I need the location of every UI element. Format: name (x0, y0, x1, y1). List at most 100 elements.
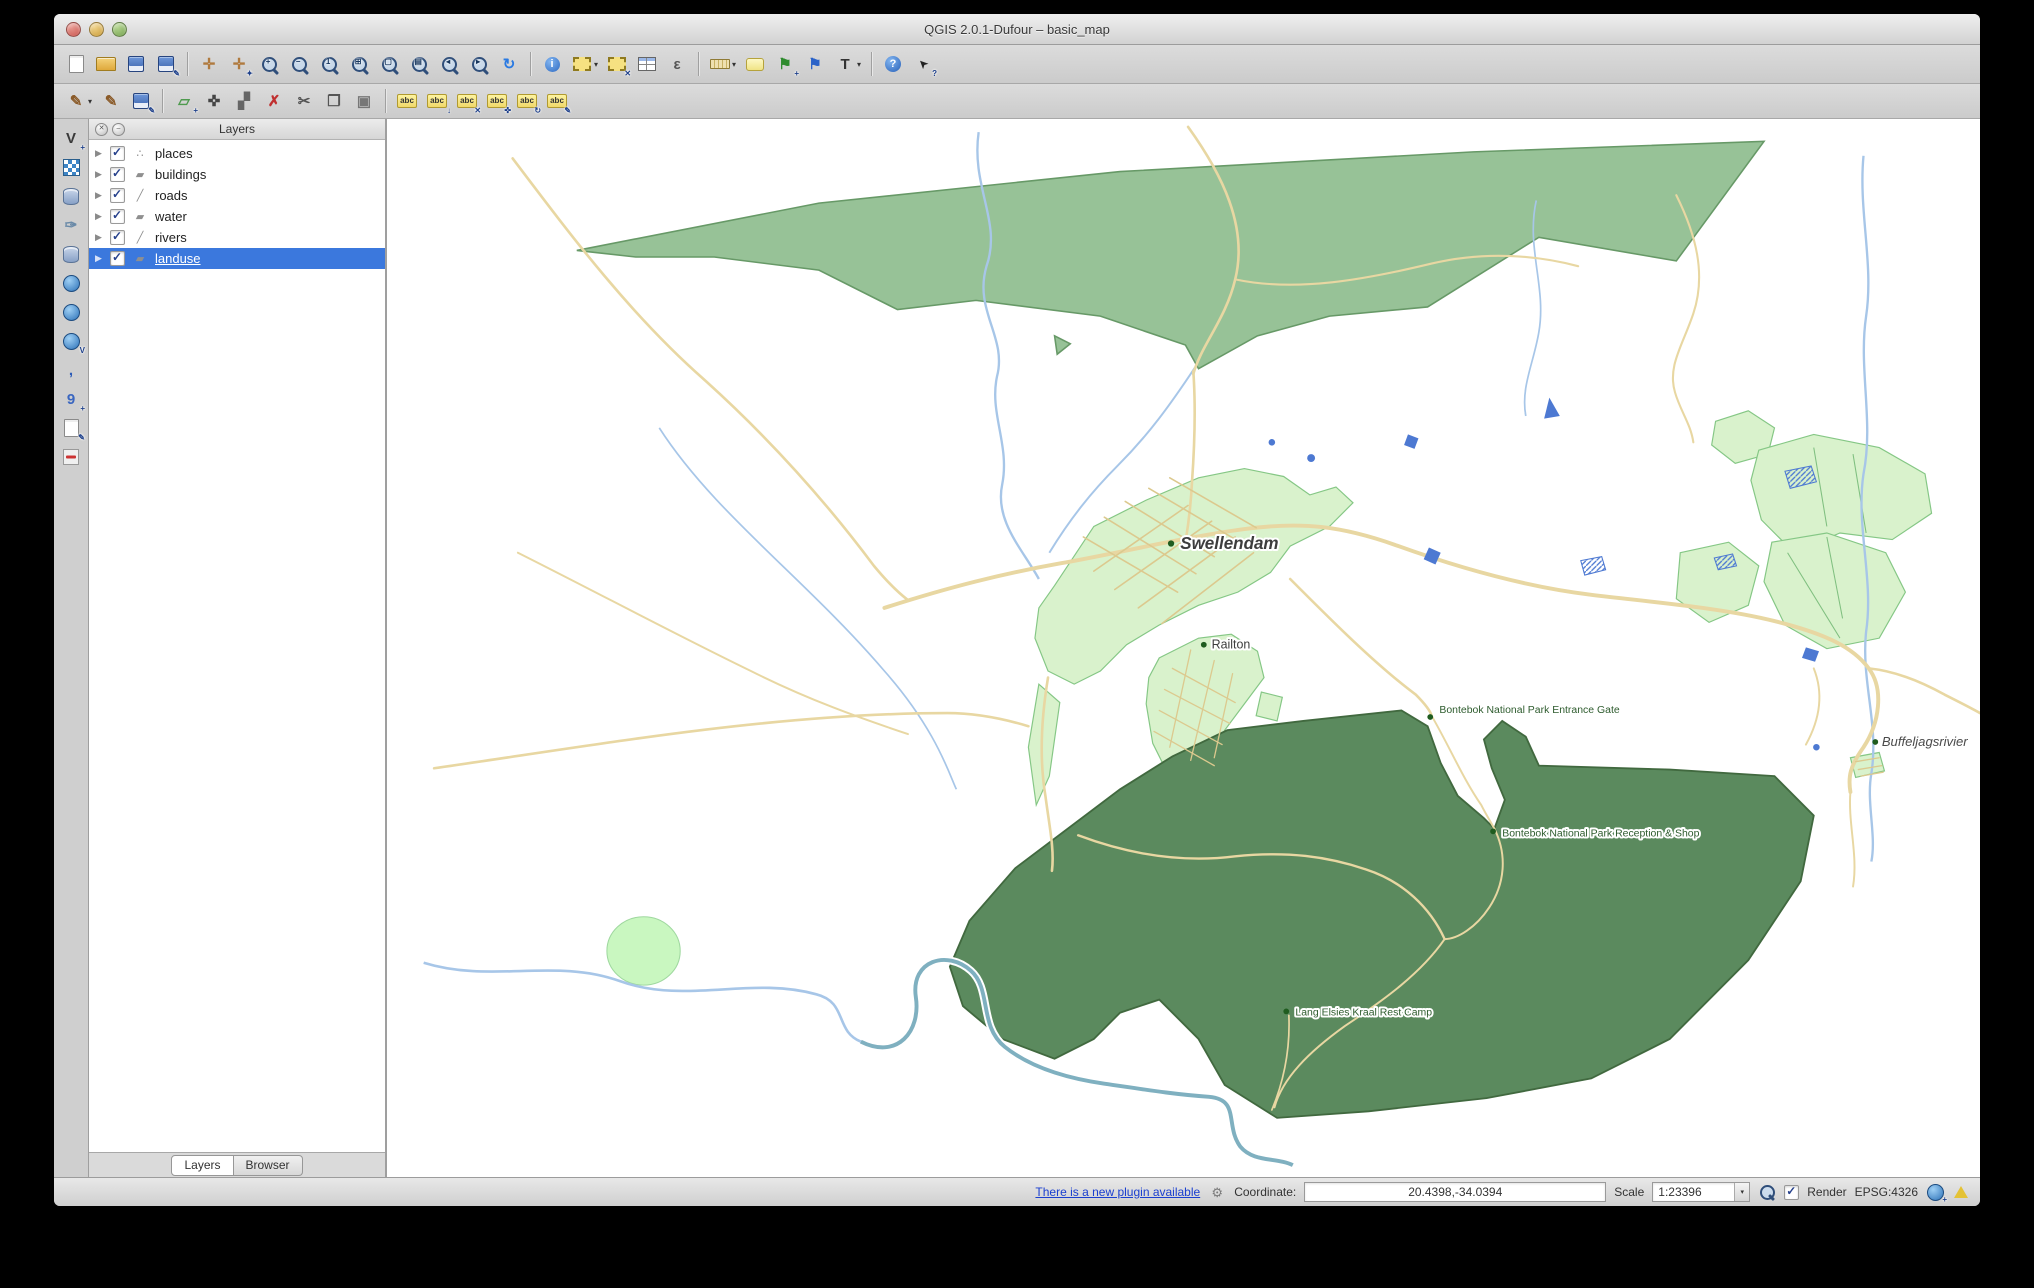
select-features-button[interactable]: ▾ (568, 51, 601, 77)
minimize-button[interactable] (89, 21, 104, 37)
panel-buttons (95, 122, 125, 136)
add-wcs-layer-button[interactable] (58, 299, 84, 325)
refresh-map-button[interactable]: ↻ (495, 51, 523, 77)
zoom-native-button[interactable]: 1 (315, 51, 343, 77)
layer-row-places[interactable]: ▶ ∴ places (89, 143, 385, 164)
expand-arrow-icon[interactable]: ▶ (95, 169, 104, 180)
map-tips-button[interactable] (741, 51, 769, 77)
map-canvas[interactable]: Swellendam Railton Bontebok National Par… (386, 119, 1980, 1177)
pan-to-selection-button[interactable]: ✛ ✦ (225, 51, 253, 78)
identify-features-button[interactable] (538, 51, 566, 77)
layer-row-landuse[interactable]: ▶ ▰ landuse (89, 248, 385, 269)
deselect-features-button[interactable]: ✕ (603, 51, 631, 78)
move-feature-button[interactable]: ✜ (200, 88, 228, 114)
new-shapefile-layer-button[interactable]: ✎ (58, 415, 85, 442)
layer-checkbox-rivers[interactable] (110, 229, 125, 245)
measure-line-dropdown[interactable]: ▾ (732, 60, 736, 69)
show-bookmarks-button[interactable]: ⚑ (801, 51, 829, 77)
map-label-swellendam: Swellendam (1180, 534, 1278, 553)
field-calculator-button[interactable]: ε (663, 51, 691, 77)
zoom-full-button[interactable]: ⊞ (345, 51, 373, 77)
add-feature-icon: ▱ + (178, 92, 199, 115)
text-annotation-dropdown[interactable]: ▾ (857, 60, 861, 69)
add-wms-layer-button[interactable] (58, 270, 84, 296)
text-annotation-button[interactable]: T ▾ (831, 51, 864, 77)
label-rotate-button[interactable]: ↻ (513, 88, 541, 115)
paste-features-button[interactable]: ▣ (350, 88, 378, 114)
layer-checkbox-places[interactable] (110, 145, 125, 161)
copy-features-button[interactable]: ❐ (320, 88, 348, 114)
zoom-window-button[interactable] (112, 21, 127, 37)
expand-arrow-icon[interactable]: ▶ (95, 253, 104, 264)
labeling-button[interactable] (393, 88, 421, 114)
zoom-to-selection-icon: ▢ (378, 53, 400, 75)
current-edits-button[interactable]: ✎ ▾ (62, 88, 95, 114)
tab-browser[interactable]: Browser (233, 1154, 303, 1176)
save-project-button[interactable] (122, 51, 150, 77)
node-tool-button[interactable]: ▞ (230, 88, 258, 114)
save-project-as-button[interactable]: ✎ (152, 51, 180, 78)
scale-dropdown-icon[interactable] (1734, 1183, 1750, 1201)
new-project-button[interactable] (62, 51, 90, 77)
crs-status-icon[interactable]: + (1926, 1183, 1947, 1204)
label-move-button[interactable]: ✜ (483, 88, 511, 115)
render-checkbox[interactable] (1784, 1184, 1800, 1200)
plugin-icon[interactable] (1208, 1183, 1226, 1201)
add-oracle-layer-button[interactable]: 9 + (58, 386, 85, 413)
open-project-button[interactable] (92, 51, 120, 77)
remove-layer-button[interactable] (58, 444, 84, 470)
layer-row-buildings[interactable]: ▶ ▰ buildings (89, 164, 385, 185)
current-edits-dropdown[interactable]: ▾ (88, 97, 92, 106)
add-wfs-layer-button[interactable]: V (58, 328, 85, 355)
layer-checkbox-buildings[interactable] (110, 166, 125, 182)
zoom-to-selection-button[interactable]: ▢ (375, 51, 403, 77)
zoom-out-button[interactable]: − (285, 51, 313, 77)
toggle-editing-button[interactable]: ✎ (97, 88, 125, 114)
select-features-dropdown[interactable]: ▾ (594, 60, 598, 69)
pan-map-button[interactable]: ✛ (195, 51, 223, 77)
label-properties-button[interactable]: ✎ (543, 88, 571, 115)
add-postgis-layer-button[interactable] (58, 183, 84, 209)
open-attribute-table-button[interactable] (633, 51, 661, 77)
messages-icon[interactable] (1952, 1183, 1970, 1201)
layer-row-rivers[interactable]: ▶ ╱ rivers (89, 227, 385, 248)
add-vector-layer-button[interactable]: V + (58, 125, 85, 152)
zoom-last-button[interactable]: ◂ (435, 51, 463, 77)
add-spatialite-layer-button[interactable]: ✑ (58, 212, 84, 238)
zoom-to-layer-button[interactable]: ▤ (405, 51, 433, 77)
add-raster-layer-button[interactable] (58, 154, 84, 180)
label-pin-button[interactable]: ↓ (423, 88, 451, 115)
expand-arrow-icon[interactable]: ▶ (95, 211, 104, 222)
title-bar[interactable]: QGIS 2.0.1-Dufour – basic_map (54, 14, 1980, 45)
measure-line-button[interactable]: ▾ (706, 51, 739, 77)
save-edits-button[interactable]: ✎ (127, 88, 155, 115)
add-mssql-layer-button[interactable] (58, 241, 84, 267)
layer-row-water[interactable]: ▶ ▰ water (89, 206, 385, 227)
zoom-in-button[interactable]: + (255, 51, 283, 77)
layer-checkbox-roads[interactable] (110, 187, 125, 203)
expand-arrow-icon[interactable]: ▶ (95, 190, 104, 201)
panel-close-icon[interactable] (95, 122, 108, 136)
whats-this-button[interactable]: ? (909, 51, 937, 78)
new-bookmark-icon: ⚑ + (778, 55, 800, 78)
zoom-next-button[interactable]: ▸ (465, 51, 493, 77)
label-show-hide-button[interactable]: ✕ (453, 88, 481, 115)
add-delimited-text-layer-button[interactable]: , (58, 357, 84, 383)
help-contents-button[interactable] (879, 51, 907, 77)
add-feature-button[interactable]: ▱ + (170, 88, 199, 115)
expand-arrow-icon[interactable]: ▶ (95, 148, 104, 159)
layer-row-roads[interactable]: ▶ ╱ roads (89, 185, 385, 206)
layer-checkbox-water[interactable] (110, 208, 125, 224)
coordinate-input[interactable]: 20.4398,-34.0394 (1304, 1182, 1607, 1202)
plugin-link[interactable]: There is a new plugin available (1035, 1185, 1200, 1199)
new-bookmark-button[interactable]: ⚑ + (771, 51, 800, 78)
close-button[interactable] (66, 21, 81, 37)
panel-float-icon[interactable] (112, 122, 125, 136)
scale-combo[interactable]: 1:23396 (1652, 1182, 1751, 1202)
expand-arrow-icon[interactable]: ▶ (95, 232, 104, 243)
layer-checkbox-landuse[interactable] (110, 250, 125, 266)
delete-selected-button[interactable]: ✗ (260, 88, 288, 114)
tab-layers[interactable]: Layers (171, 1154, 234, 1176)
cut-features-button[interactable]: ✂ (290, 88, 318, 114)
scale-magnifier-icon[interactable] (1758, 1183, 1776, 1201)
